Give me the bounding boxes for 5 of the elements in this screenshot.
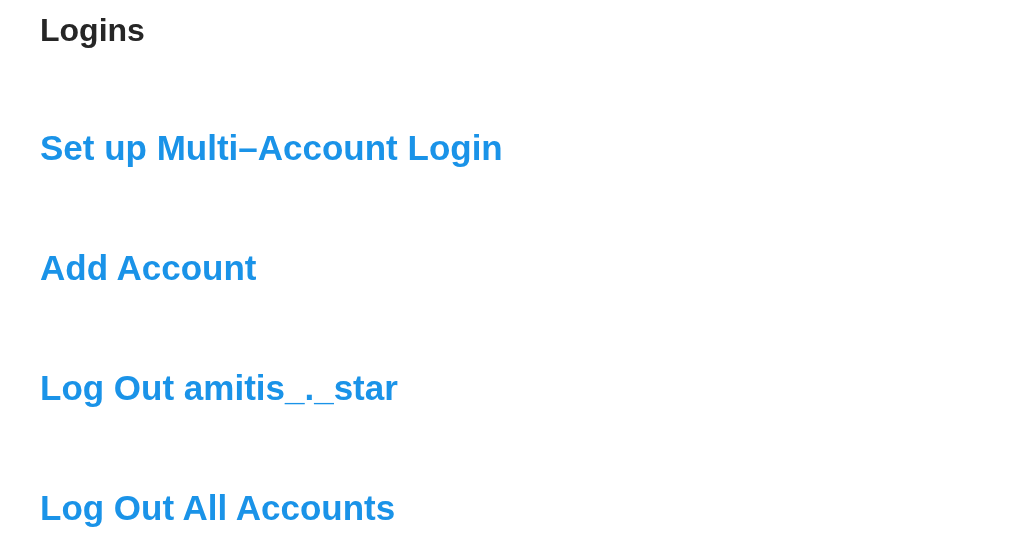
account-link[interactable]: Set up Multi–Account Login [40,126,503,170]
account-link[interactable]: Log Out amitis_._star [40,366,398,410]
section-title: Logins [40,11,145,50]
account-link[interactable]: Log Out All Accounts [40,486,396,530]
account-link[interactable]: Add Account [40,246,257,290]
